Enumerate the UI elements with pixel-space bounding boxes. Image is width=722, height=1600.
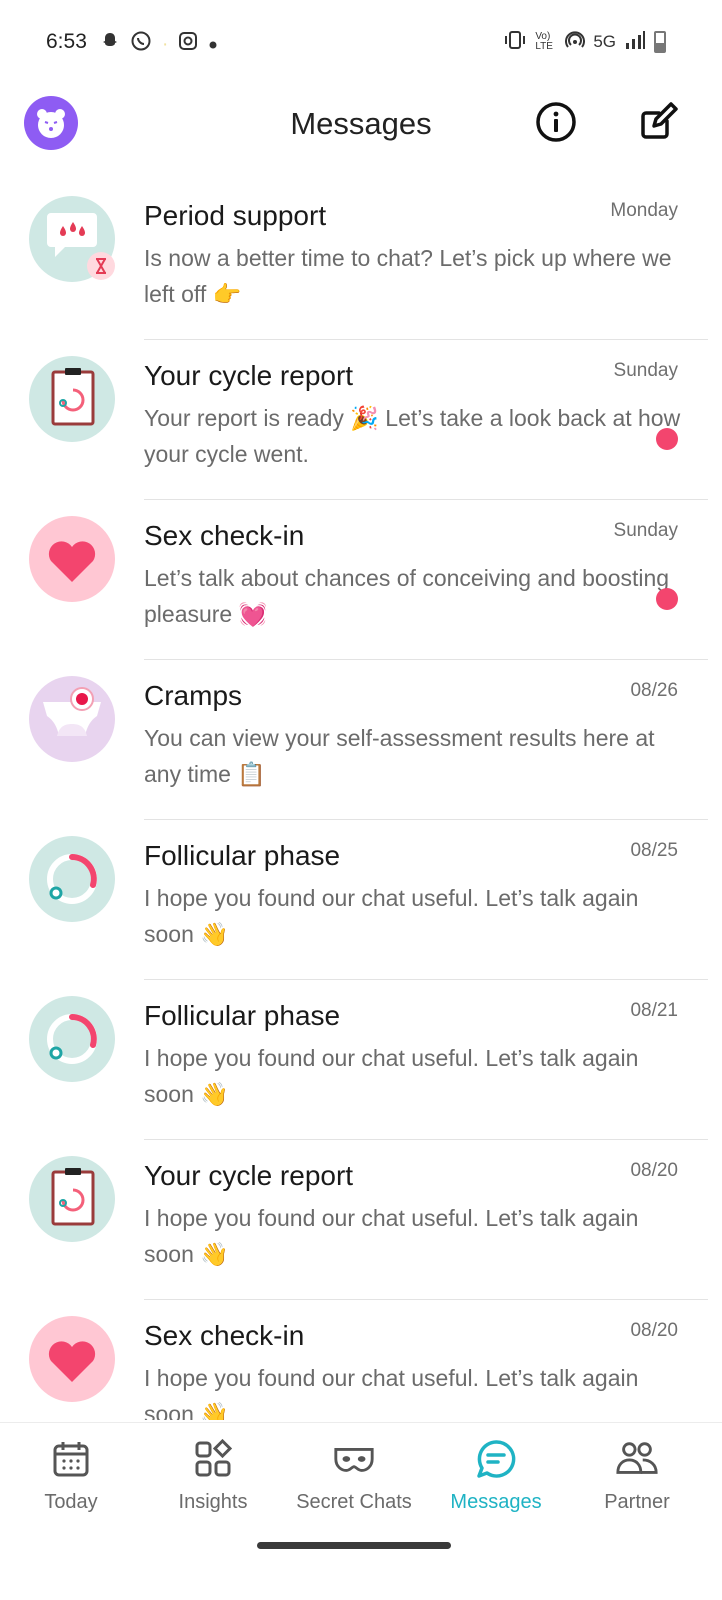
nav-messages[interactable]: Messages [426,1437,566,1514]
nav-insights[interactable]: Insights [143,1437,283,1514]
follicular-phase-icon [29,996,115,1082]
message-title: Your cycle report [144,360,354,391]
cramps-icon [29,676,115,762]
volte-label: Vo) LTE [535,31,553,52]
message-preview: Let’s talk about chances of conceiving a… [144,565,670,627]
header: Messages [0,86,722,166]
nav-partner[interactable]: Partner [567,1437,707,1514]
message-title: Sex check-in [144,520,305,551]
message-title: Cramps [144,680,243,711]
message-title: Your cycle report [144,1160,354,1191]
info-button[interactable] [532,98,580,146]
message-preview: I hope you found our chat useful. Let’s … [144,885,639,947]
home-indicator[interactable] [257,1542,451,1549]
message-date: Monday [610,200,678,221]
follicular-phase-icon [29,836,115,922]
info-icon [536,102,576,142]
messages-icon [477,1440,516,1478]
period-support-icon [29,196,115,282]
more-notifications-icon [208,33,218,57]
message-preview: I hope you found our chat useful. Let’s … [144,1365,639,1420]
message-row[interactable]: Follicular phase 08/25 I hope you found … [0,820,722,980]
message-date: Sunday [613,520,678,541]
cycle-report-icon [29,1156,115,1242]
nav-label: Today [44,1491,98,1513]
partner-icon [616,1442,658,1474]
message-row[interactable]: Your cycle report Sunday Your report is … [0,340,722,500]
instagram-icon [178,31,198,58]
unread-dot [656,428,678,450]
page-title: Messages [290,106,432,141]
message-date: 08/21 [630,1000,678,1021]
network-label: 5G [593,32,616,51]
message-title: Follicular phase [144,840,341,871]
nav-label: Insights [178,1491,248,1513]
vibrate-icon [503,31,527,53]
message-preview: You can view your self-assessment result… [144,725,655,787]
message-row[interactable]: Your cycle report 08/20 I hope you found… [0,1140,722,1300]
nav-label: Secret Chats [296,1491,412,1513]
calendar-icon [53,1442,89,1477]
message-preview: I hope you found our chat useful. Let’s … [144,1045,639,1107]
whatsapp-icon [130,30,152,59]
message-preview: Is now a better time to chat? Let’s pick… [144,245,672,307]
message-preview: Your report is ready 🎉 Let’s take a look… [144,405,681,467]
message-title: Sex check-in [144,1320,305,1351]
nav-label: Messages [450,1491,542,1513]
message-row[interactable]: Sex check-in Sunday Let’s talk about cha… [0,500,722,660]
mask-icon [334,1448,374,1472]
cycle-report-icon [29,356,115,442]
dot-icon: · [162,33,169,55]
message-row[interactable]: Period support Monday Is now a better ti… [0,180,722,340]
heart-icon [29,1316,115,1402]
status-bar: 6:53 · Vo) LTE 5G [0,0,722,86]
compose-icon [641,102,678,139]
message-preview: I hope you found our chat useful. Let’s … [144,1205,639,1267]
message-date: 08/20 [630,1160,678,1181]
message-date: 08/25 [630,840,678,861]
compose-button[interactable] [634,98,682,146]
message-row[interactable]: Follicular phase 08/21 I hope you found … [0,980,722,1140]
snapchat-icon [100,31,120,58]
unread-dot [656,588,678,610]
system-status: Vo) LTE 5G [503,30,666,54]
message-date: Sunday [613,360,678,381]
nav-today[interactable]: Today [1,1437,141,1514]
insights-icon [195,1439,233,1477]
hotspot-icon [565,30,586,54]
message-row[interactable]: Sex check-in 08/20 I hope you found our … [0,1300,722,1420]
message-title: Period support [144,200,327,231]
notification-icons: · [100,30,218,59]
nav-secret-chats[interactable]: Secret Chats [284,1437,424,1514]
message-title: Follicular phase [144,1000,341,1031]
battery-icon [654,31,666,53]
status-time: 6:53 [46,30,87,53]
message-date: 08/20 [630,1320,678,1341]
heart-icon [29,516,115,602]
nav-label: Partner [604,1491,670,1513]
message-row[interactable]: Cramps 08/26 You can view your self-asse… [0,660,722,820]
bottom-nav: Today Insights Secret Chats Messages Par… [0,1422,722,1532]
message-date: 08/26 [630,680,678,701]
message-list: Period support Monday Is now a better ti… [0,180,722,1420]
signal-icon [624,30,646,54]
